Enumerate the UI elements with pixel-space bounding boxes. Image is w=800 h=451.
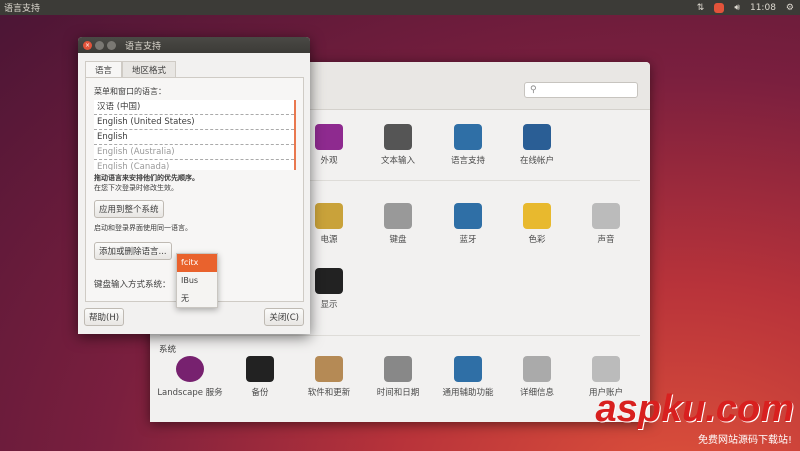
settings-item-icon: [315, 203, 343, 229]
settings-item[interactable]: 蓝牙: [434, 203, 502, 245]
settings-item-label: 键盘: [389, 235, 407, 245]
minimize-icon[interactable]: [95, 40, 104, 50]
input-method-label: 键盘输入方式系统：: [94, 280, 171, 290]
settings-item-label: 语言支持: [450, 156, 485, 166]
close-button[interactable]: 关闭(C): [264, 308, 304, 326]
effect-hint: 在您下次登录时修改生效。: [94, 184, 178, 192]
volume-icon[interactable]: 🔊︎: [734, 3, 740, 13]
settings-item[interactable]: 详细信息: [503, 356, 571, 398]
settings-item-icon: [176, 356, 204, 382]
settings-item-icon: [315, 356, 343, 382]
option-none[interactable]: 无: [177, 290, 217, 308]
settings-item-label: 文本输入: [380, 156, 415, 166]
menu-lang-label: 菜单和窗口的语言：: [94, 87, 166, 96]
settings-item[interactable]: 在线帐户: [503, 124, 571, 166]
option-ibus[interactable]: IBus: [177, 272, 217, 290]
settings-item-icon: [246, 356, 274, 382]
settings-item-icon: [315, 268, 343, 294]
tab-language[interactable]: 语言: [85, 61, 123, 77]
settings-item-label: 时间和日期: [376, 388, 420, 398]
dialog-titlebar: × 语言支持: [78, 37, 310, 53]
settings-item-label: Landscape 服务: [157, 388, 223, 398]
settings-item-label: 色彩: [528, 235, 546, 245]
tab-region-format[interactable]: 地区格式: [122, 61, 177, 77]
watermark-logo: aspku.com: [595, 388, 794, 430]
app-title: 语言支持: [4, 4, 41, 14]
settings-item[interactable]: 语言支持: [434, 124, 502, 166]
search-input[interactable]: ⚲: [524, 82, 638, 98]
add-remove-languages-button[interactable]: 添加或删除语言...: [94, 242, 172, 260]
settings-item-icon: [454, 124, 482, 150]
system-heading: 系统: [159, 345, 177, 355]
settings-item[interactable]: 软件和更新: [295, 356, 363, 398]
settings-item-icon: [592, 203, 620, 229]
settings-item-label: 声音: [597, 235, 615, 245]
input-method-dropdown[interactable]: fcitx IBus 无: [176, 253, 218, 308]
settings-item-label: 蓝牙: [459, 235, 477, 245]
apply-hint: 启动和登录界面使用同一语言。: [94, 224, 192, 232]
settings-item-icon: [454, 203, 482, 229]
option-fcitx[interactable]: fcitx: [177, 254, 217, 272]
divider: [160, 335, 640, 336]
settings-item-icon: [523, 124, 551, 150]
watermark-subtitle: 免费网站源码下载站!: [697, 435, 792, 446]
settings-item-icon: [454, 356, 482, 382]
clock[interactable]: 11:08: [750, 3, 776, 13]
network-icon[interactable]: ⇅: [697, 3, 705, 13]
dialog-title: 语言支持: [125, 41, 162, 52]
list-item[interactable]: English (Canada): [94, 160, 294, 170]
apply-system-wide-button[interactable]: 应用到整个系统: [94, 200, 164, 218]
input-method-icon[interactable]: [714, 2, 725, 13]
settings-item-label: 软件和更新: [307, 388, 351, 398]
settings-item-label: 在线帐户: [519, 156, 554, 166]
settings-item[interactable]: 通用辅助功能: [434, 356, 502, 398]
settings-item-icon: [384, 356, 412, 382]
settings-item-icon: [384, 124, 412, 150]
settings-item[interactable]: 备份: [226, 356, 294, 398]
settings-item[interactable]: 声音: [572, 203, 640, 245]
top-panel: 语言支持 ⇅ 🔊︎ 11:08 ⚙: [0, 0, 800, 15]
maximize-icon[interactable]: [107, 40, 116, 50]
settings-item-label: 通用辅助功能: [442, 388, 494, 398]
language-list[interactable]: 汉语 (中国) English (United States) English …: [94, 100, 296, 170]
close-window-icon[interactable]: ×: [83, 40, 92, 50]
power-gear-icon[interactable]: ⚙: [786, 3, 794, 13]
list-item[interactable]: English (Australia): [94, 145, 294, 160]
settings-item-icon: [592, 356, 620, 382]
list-item[interactable]: English (United States): [94, 115, 294, 130]
settings-item[interactable]: Landscape 服务: [156, 356, 224, 398]
settings-item-label: 备份: [251, 388, 269, 398]
settings-item[interactable]: 文本输入: [364, 124, 432, 166]
list-item[interactable]: English: [94, 130, 294, 145]
settings-item[interactable]: 时间和日期: [364, 356, 432, 398]
settings-item-icon: [523, 203, 551, 229]
drag-hint: 拖动语言来安排他们的优先顺序。: [94, 174, 199, 182]
settings-item-icon: [523, 356, 551, 382]
settings-item[interactable]: 键盘: [364, 203, 432, 245]
settings-item[interactable]: 色彩: [503, 203, 571, 245]
help-button[interactable]: 帮助(H): [84, 308, 125, 326]
settings-item-label: 详细信息: [519, 388, 554, 398]
settings-item-icon: [384, 203, 412, 229]
settings-item-icon: [315, 124, 343, 150]
list-item[interactable]: 汉语 (中国): [94, 100, 294, 115]
